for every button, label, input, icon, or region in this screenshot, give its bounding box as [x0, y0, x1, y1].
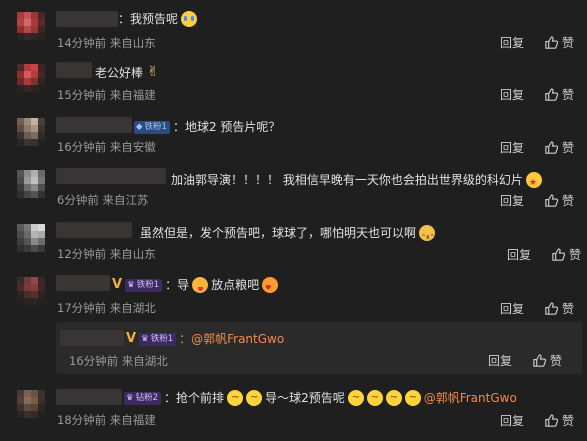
username-blurred[interactable]: [60, 330, 124, 346]
comment-time: 6分钟前: [57, 193, 99, 207]
comment-location: 来自福建: [109, 413, 156, 427]
cat-face-icon: [419, 225, 436, 246]
comment-text-2: 导～球2预告呢: [265, 391, 345, 405]
tongue-face-icon: [192, 277, 209, 293]
username-blurred[interactable]: [56, 62, 92, 78]
like-label: 赞: [562, 141, 575, 155]
mention-link[interactable]: ：@郭帆FrantGwo: [179, 331, 284, 347]
comment-text: 虽然但是，发个预告吧，球球了，哪怕明天也可以啊: [140, 226, 417, 240]
fan-badge: ♛ 铁粉1: [125, 278, 163, 292]
waving-face-icon: [347, 390, 364, 406]
username-blurred[interactable]: [56, 222, 132, 238]
avatar[interactable]: [17, 64, 45, 92]
thumb-up-icon: [545, 36, 559, 49]
avatar[interactable]: [17, 170, 45, 198]
avatar[interactable]: [17, 224, 45, 252]
nested-reply: V ♛ 铁粉1 ：@郭帆FrantGwo 16分钟前 来自湖北 回复 赞: [56, 322, 582, 374]
crown-icon: ♛: [126, 392, 134, 403]
thumb-up-icon: [545, 88, 559, 101]
like-button[interactable]: 赞: [544, 86, 574, 103]
like-label: 赞: [550, 354, 563, 368]
comment-time: 14分钟前: [57, 36, 107, 50]
comment-text: ：我预告呢: [118, 12, 179, 26]
like-button[interactable]: 赞: [544, 300, 574, 317]
username-blurred[interactable]: [56, 168, 166, 184]
waving-face-icon: [385, 390, 402, 406]
thumb-up-icon: [545, 141, 559, 154]
victory-hand-icon: [146, 64, 162, 81]
comment-location: 来自山东: [109, 247, 156, 261]
reply-button[interactable]: 回复: [500, 412, 524, 429]
crying-face-icon: [181, 11, 198, 27]
like-button[interactable]: 赞: [544, 412, 574, 429]
username-blurred[interactable]: [56, 11, 118, 27]
v-icon: V: [126, 331, 137, 346]
like-label: 赞: [562, 302, 575, 316]
thumb-up-icon: [545, 194, 559, 207]
like-label: 赞: [562, 414, 575, 428]
v-icon: V: [112, 277, 123, 292]
like-button[interactable]: 赞: [532, 352, 562, 369]
fan-badge: ◆ 铁粉1: [134, 120, 170, 134]
comment-text: ：地球2 预告片呢？: [172, 120, 281, 134]
like-button[interactable]: 赞: [544, 139, 574, 156]
like-label: 赞: [562, 36, 575, 50]
reply-button[interactable]: 回复: [488, 352, 512, 369]
like-button[interactable]: 赞: [544, 192, 574, 209]
reply-button[interactable]: 回复: [500, 139, 524, 156]
comment-location: 来自湖北: [121, 354, 168, 368]
thumb-up-icon: [545, 302, 559, 315]
reply-button[interactable]: 回复: [500, 300, 524, 317]
comment-text: 加油郭导演！！！！ 我相信早晚有一天你也会拍出世界级的科幻片: [171, 173, 523, 187]
avatar[interactable]: [17, 118, 45, 146]
like-label: 赞: [562, 194, 575, 208]
comment-location: 来自山东: [109, 36, 156, 50]
avatar[interactable]: [17, 12, 45, 40]
thumb-up-icon: [533, 354, 547, 367]
comment-text: ：抢个前排: [164, 391, 225, 405]
thumb-up-icon: [545, 414, 559, 427]
heart-eyes-icon: [262, 277, 279, 296]
thumb-up-icon: [552, 248, 566, 261]
waving-face-icon: [246, 390, 263, 406]
reply-button[interactable]: 回复: [500, 34, 524, 51]
waving-face-icon: [366, 390, 383, 406]
like-button[interactable]: 赞: [544, 34, 574, 51]
username-blurred[interactable]: [56, 117, 132, 133]
comment-time: 17分钟前: [57, 301, 107, 315]
reply-button[interactable]: 回复: [500, 192, 524, 209]
comment-time: 12分钟前: [57, 247, 107, 261]
mention-link[interactable]: @郭帆FrantGwo: [424, 390, 517, 406]
star-struck-face-icon: [525, 172, 542, 191]
comment-time: 15分钟前: [57, 88, 107, 102]
like-label: 赞: [569, 248, 582, 262]
fan-badge: ♛ 铁粉1: [139, 332, 177, 346]
comment-time: 16分钟前: [69, 354, 119, 368]
reply-button[interactable]: 回复: [500, 86, 524, 103]
comment-location: 来自福建: [109, 88, 156, 102]
like-label: 赞: [562, 88, 575, 102]
username-blurred[interactable]: [56, 275, 110, 291]
crown-icon: ♛: [141, 333, 149, 344]
waving-face-icon: [227, 390, 244, 406]
comment-text: ：导: [165, 278, 190, 292]
avatar[interactable]: [17, 390, 45, 418]
comment-location: 来自安徽: [109, 140, 156, 154]
comment-time: 18分钟前: [57, 413, 107, 427]
like-button[interactable]: 赞: [551, 246, 581, 263]
reply-button[interactable]: 回复: [507, 246, 531, 263]
comment-time: 16分钟前: [57, 140, 107, 154]
crown-icon: ♛: [127, 279, 135, 290]
avatar[interactable]: [17, 277, 45, 305]
comment-location: 来自江苏: [102, 193, 149, 207]
waving-face-icon: [404, 390, 421, 406]
comment-text-2: 放点粮吧: [211, 278, 260, 292]
diamond-icon: ◆: [136, 121, 143, 132]
comment-text: 老公好棒: [95, 66, 144, 80]
fan-badge: ♛ 钻粉2: [124, 391, 162, 405]
comment-location: 来自湖北: [109, 301, 156, 315]
username-blurred[interactable]: [56, 389, 122, 405]
